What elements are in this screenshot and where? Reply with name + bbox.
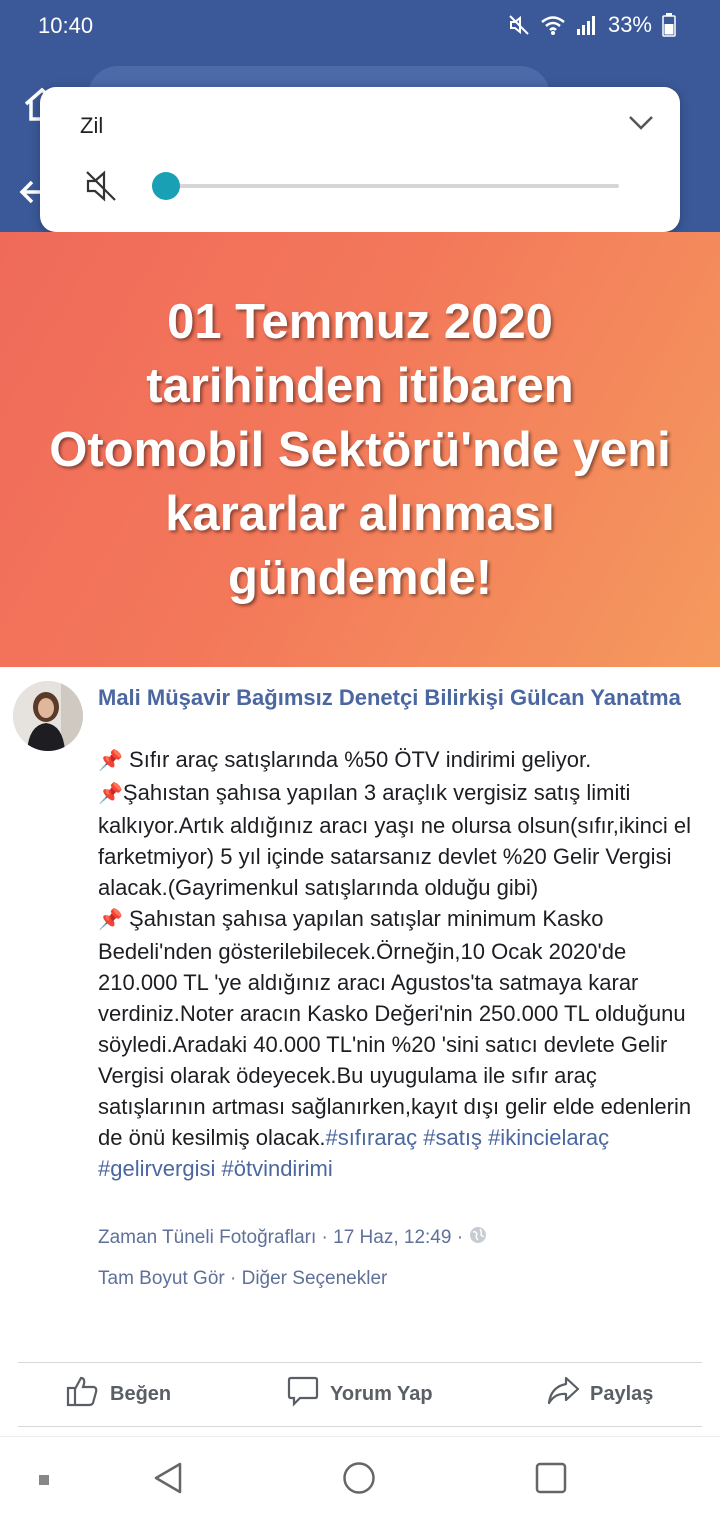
divider [18,1362,702,1363]
post-paragraph: 📌Şahıstan şahısa yapılan 3 araçlık vergi… [98,777,708,903]
status-time: 10:40 [38,13,94,38]
comment-button[interactable]: Yorum Yap [286,1374,433,1414]
pushpin-icon: 📌 [98,909,123,931]
post-meta-text: Zaman Tüneli Fotoğrafları · 17 Haz, 12:4… [98,1227,464,1248]
wifi-icon [540,14,566,36]
pushpin-icon: 📌 [98,750,123,772]
share-button[interactable]: Paylaş [546,1374,653,1414]
post-text: 📌 Sıfır araç satışlarında %50 ÖTV indiri… [98,744,708,1184]
comment-label: Yorum Yap [330,1382,433,1405]
post-author-name[interactable]: Mali Müşavir Bağımsız Denetçi Bilirkişi … [98,682,698,713]
photo-options-links[interactable]: Tam Boyut Gör · Diğer Seçenekler [98,1268,387,1290]
mute-status-icon [508,14,530,36]
banner-line: gündemde! [227,550,493,605]
battery-icon [662,13,676,37]
post-paragraph: 📌 Şahıstan şahısa yapılan satışlar minim… [98,903,708,1184]
nav-back-icon[interactable] [152,1461,184,1500]
post-image-text: 01 Temmuz 2020 tarihinden itibaren Otomo… [39,290,681,610]
ring-muted-icon[interactable] [84,169,118,208]
nav-home-icon[interactable] [342,1461,376,1500]
comment-icon [286,1374,320,1414]
battery-percent: 33% [607,12,652,37]
banner-line: 01 Temmuz 2020 [167,294,553,349]
system-navigation-bar [0,1436,720,1520]
share-label: Paylaş [590,1382,654,1405]
volume-slider-thumb[interactable] [152,172,180,200]
post-paragraph: 📌 Sıfır araç satışlarında %50 ÖTV indiri… [98,744,708,777]
post-paragraph-text: Şahıstan şahısa yapılan 3 araçlık vergis… [98,780,692,900]
nav-recents-icon[interactable] [534,1461,568,1500]
volume-slider-track[interactable] [166,184,619,188]
signal-icon [576,14,598,36]
like-label: Beğen [110,1382,172,1405]
pushpin-icon: 📌 [98,783,123,805]
post-paragraph-text: Sıfır araç satışlarında %50 ÖTV indirimi… [129,747,592,772]
banner-line: kararlar alınması [165,486,555,541]
globe-icon [469,1226,487,1250]
status-bar: 10:40 33% [0,0,720,52]
volume-stream-label: Zil [80,113,104,138]
post-meta: Zaman Tüneli Fotoğrafları · 17 Haz, 12:4… [98,1226,487,1250]
author-avatar[interactable] [13,681,83,751]
volume-popup: Zil [40,87,680,232]
post-image[interactable]: 01 Temmuz 2020 tarihinden itibaren Otomo… [0,232,720,667]
chevron-down-icon[interactable] [628,115,654,136]
share-icon [546,1374,580,1414]
banner-line: Otomobil Sektörü'nde yeni [49,422,671,477]
like-button[interactable]: Beğen [66,1374,171,1414]
banner-line: tarihinden itibaren [146,358,574,413]
nav-dot-icon [38,1473,50,1491]
divider [18,1426,702,1427]
status-icons: 33% [508,12,676,38]
post-paragraph-text: Şahıstan şahısa yapılan satışlar minimum… [98,906,692,1150]
thumbs-up-icon [66,1374,100,1414]
post-actions: Beğen Yorum Yap Paylaş [0,1364,720,1424]
